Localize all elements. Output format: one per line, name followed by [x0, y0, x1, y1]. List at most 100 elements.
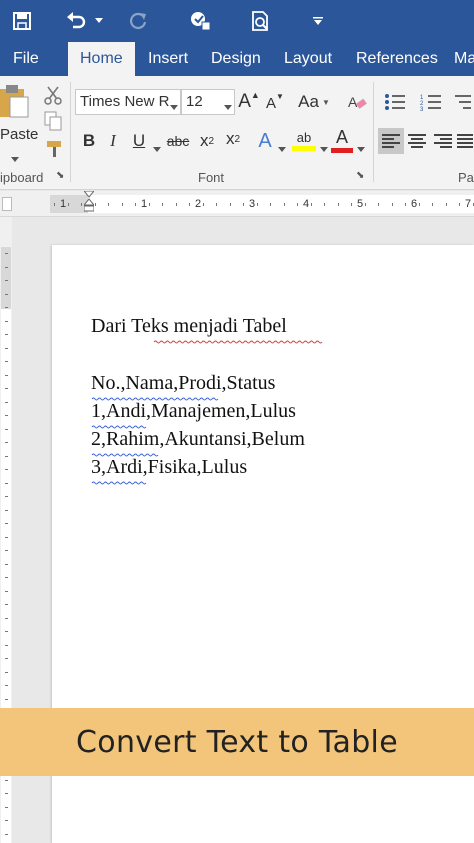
ruler-tick	[405, 203, 406, 206]
save-icon[interactable]	[8, 7, 36, 35]
customize-qat-icon[interactable]	[308, 7, 328, 35]
vertical-ruler-tick	[5, 348, 8, 349]
document-line[interactable]: 1,Andi,Manajemen,Lulus	[91, 400, 296, 423]
ruler-tick	[432, 203, 433, 206]
ribbon-tabs: File Home Insert Design Layout Reference…	[0, 42, 474, 76]
align-left-icon[interactable]	[378, 128, 404, 154]
undo-dropdown-icon[interactable]	[92, 7, 106, 35]
print-preview-icon[interactable]	[246, 7, 276, 35]
font-color-dropdown-icon[interactable]	[357, 140, 365, 158]
banner-text: Convert Text to Table	[76, 724, 398, 760]
ruler-tick	[95, 203, 96, 206]
vertical-ruler-tick	[5, 591, 8, 592]
ruler-number: 1	[60, 198, 67, 210]
document-title[interactable]: Dari Teks menjadi Tabel	[91, 315, 287, 338]
ruler-tick	[243, 203, 244, 206]
font-name-field[interactable]: Times New R	[75, 89, 181, 115]
ruler-tick	[324, 203, 325, 206]
vertical-ruler-tick	[5, 550, 8, 551]
highlight-dropdown-icon[interactable]	[320, 140, 328, 158]
multilevel-list-icon[interactable]	[452, 90, 474, 114]
font-group-label: Font	[198, 170, 225, 185]
quick-access-toolbar	[0, 0, 474, 42]
ruler-tick	[216, 203, 217, 206]
strikethrough-button[interactable]: abc	[164, 128, 192, 154]
clipboard-launcher-icon[interactable]: ⬊	[56, 170, 64, 181]
tab-mailings[interactable]: Ma	[454, 42, 474, 76]
align-center-icon[interactable]	[404, 128, 430, 154]
ruler-tick	[122, 203, 123, 206]
vertical-ruler-tick	[5, 604, 8, 605]
vertical-ruler-tick	[5, 442, 8, 443]
bullets-icon[interactable]	[380, 90, 410, 114]
highlight-swatch	[292, 145, 316, 151]
ruler-number: 7	[465, 198, 472, 210]
vertical-ruler-tick	[5, 672, 8, 673]
undo-icon[interactable]	[62, 7, 90, 35]
shrink-font-button[interactable]: A ▼	[264, 92, 286, 114]
tab-home[interactable]: Home	[68, 42, 135, 76]
ruler-tick	[311, 203, 312, 206]
vertical-ruler-tick	[5, 780, 8, 781]
format-painter-icon[interactable]	[42, 138, 66, 160]
touch-mode-icon[interactable]	[185, 7, 215, 35]
ruler-tick	[351, 203, 352, 206]
ruler-tick	[108, 203, 109, 206]
change-case-button[interactable]: Aa ▼	[296, 90, 332, 114]
document-line[interactable]: 2,Rahim,Akuntansi,Belum	[91, 428, 305, 451]
text-effects-button[interactable]: A	[254, 128, 276, 154]
tab-design[interactable]: Design	[211, 42, 261, 76]
redo-icon[interactable]	[124, 7, 152, 35]
font-name-dropdown-icon[interactable]	[170, 98, 178, 116]
vertical-ruler-tick	[5, 658, 8, 659]
underline-dropdown-icon[interactable]	[153, 140, 161, 158]
document-line[interactable]: 3,Ardi,Fisika,Lulus	[91, 456, 247, 479]
justify-icon[interactable]	[456, 128, 474, 154]
tab-insert[interactable]: Insert	[148, 42, 188, 76]
bold-button[interactable]: B	[78, 128, 100, 154]
document-line[interactable]: No.,Nama,Prodi,Status	[91, 372, 275, 395]
tab-file[interactable]: File	[13, 42, 39, 76]
paste-button[interactable]: Paste	[0, 126, 38, 143]
font-color-button[interactable]: A	[330, 126, 354, 154]
title-text: Dari Teks menjadi Tabel	[91, 315, 287, 337]
horizontal-ruler[interactable]: 1 1 2 3 4 5 6 7	[0, 190, 474, 217]
italic-button[interactable]: I	[102, 128, 124, 154]
align-right-icon[interactable]	[430, 128, 456, 154]
group-separator	[373, 82, 374, 182]
subscript-button[interactable]: x2	[196, 128, 218, 154]
ruler-number: 1	[141, 198, 148, 210]
ruler-tick	[459, 203, 460, 206]
vertical-ruler-tick	[5, 469, 8, 470]
tab-references[interactable]: References	[356, 42, 438, 76]
svg-text:3: 3	[420, 107, 424, 111]
superscript-button[interactable]: x2	[222, 126, 244, 152]
grow-font-button[interactable]: A ▲	[238, 90, 260, 114]
vertical-ruler-tick	[5, 402, 8, 403]
text-effects-dropdown-icon[interactable]	[278, 140, 286, 158]
copy-icon[interactable]	[42, 110, 64, 132]
ruler-tick	[135, 203, 136, 206]
paste-icon[interactable]	[0, 82, 30, 120]
ruler-corner	[2, 197, 12, 211]
highlight-button[interactable]: ab	[290, 126, 318, 154]
cut-icon[interactable]	[42, 84, 64, 106]
vertical-ruler-tick	[5, 334, 8, 335]
clear-formatting-icon[interactable]: A	[345, 90, 369, 114]
underline-button[interactable]: U	[128, 128, 150, 154]
ruler-tick	[81, 203, 82, 206]
ribbon-home: Paste ipboard ⬊ Times New R 12 A ▲ A ▼ Aa ▼…	[0, 76, 474, 190]
indent-marker[interactable]	[82, 190, 96, 217]
ruler-tick	[162, 203, 163, 206]
numbering-icon[interactable]: 123	[416, 90, 446, 114]
ruler-tick	[176, 203, 177, 206]
font-launcher-icon[interactable]: ⬊	[356, 170, 364, 181]
vertical-ruler-tick	[5, 267, 8, 268]
ruler-tick	[230, 203, 231, 206]
svg-text:A: A	[348, 94, 358, 110]
paste-dropdown-icon[interactable]	[11, 150, 19, 162]
tab-layout[interactable]: Layout	[284, 42, 332, 76]
vertical-ruler-tick	[5, 834, 8, 835]
vertical-ruler-tick	[5, 456, 8, 457]
font-size-dropdown-icon[interactable]	[224, 98, 232, 116]
